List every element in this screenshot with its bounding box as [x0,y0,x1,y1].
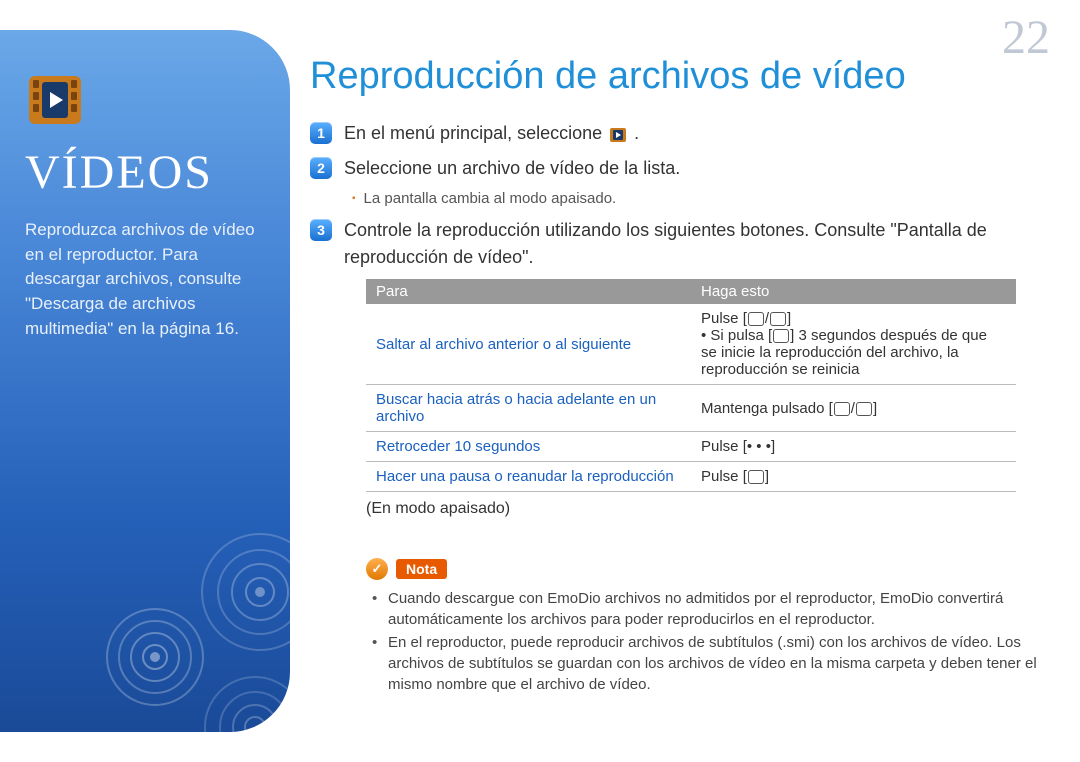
step-1-after: . [629,123,639,143]
table-do-3-prefix: Pulse [ [701,468,747,485]
note-item-1: En el reproductor, puede reproducir arch… [372,632,1040,695]
button-icon [856,402,872,416]
table-do-3: Pulse [] [691,462,1016,492]
note-label: Nota [396,559,447,579]
note-header: ✓ Nota [366,558,1040,580]
controls-table: Para Haga esto Saltar al archivo anterio… [366,279,1016,492]
step-2: 2 Seleccione un archivo de vídeo de la l… [310,155,1050,182]
table-do-0: Pulse [/] • Si pulsa [] 3 segundos despu… [691,304,1016,385]
sidebar-title: VÍDEOS [25,145,265,200]
sidebar-description: Reproduzca archivos de vídeo en el repro… [25,218,265,341]
table-row: Retroceder 10 segundos Pulse [• • •] [366,432,1016,462]
step-3-text: Controle la reproducción utilizando los … [344,217,1050,271]
button-icon [834,402,850,416]
button-icon [770,312,786,326]
step-badge-3: 3 [310,219,332,241]
decorative-circles [100,502,290,732]
step-3: 3 Controle la reproducción utilizando lo… [310,217,1050,271]
table-action-1: Buscar hacia atrás o hacia adelante en u… [366,385,691,432]
table-do-0-suffix: ] [787,310,791,327]
sidebar: VÍDEOS Reproduzca archivos de vídeo en e… [0,30,290,732]
note-section: ✓ Nota Cuando descargue con EmoDio archi… [366,558,1050,695]
table-do-1-suffix: ] [873,400,877,417]
table-do-1: Mantenga pulsado [/] [691,385,1016,432]
step-2-text: Seleccione un archivo de vídeo de la lis… [344,155,1050,182]
table-header-para: Para [366,279,691,304]
table-row: Buscar hacia atrás o hacia adelante en u… [366,385,1016,432]
table-do-0-prefix: Pulse [ [701,310,747,327]
videos-section-icon [25,70,85,130]
table-do-2: Pulse [• • •] [691,432,1016,462]
button-icon [748,312,764,326]
button-icon [748,470,764,484]
video-icon [609,125,627,143]
table-action-0: Saltar al archivo anterior o al siguient… [366,304,691,385]
step-1: 1 En el menú principal, seleccione . [310,120,1050,147]
table-row: Hacer una pausa o reanudar la reproducci… [366,462,1016,492]
table-action-2: Retroceder 10 segundos [366,432,691,462]
table-do-3-suffix: ] [765,468,769,485]
step-badge-2: 2 [310,157,332,179]
step-1-text: En el menú principal, seleccione . [344,120,1050,147]
main-content: Reproducción de archivos de vídeo 1 En e… [310,55,1050,762]
button-icon [773,329,789,343]
page-title: Reproducción de archivos de vídeo [310,55,1050,98]
table-do-0-extra-pre: Si pulsa [ [710,327,772,344]
step-1-text-part: En el menú principal, seleccione [344,123,602,143]
landscape-note: (En modo apaisado) [366,500,1050,518]
note-list: Cuando descargue con EmoDio archivos no … [372,588,1040,695]
check-icon: ✓ [366,558,388,580]
table-header-do: Haga esto [691,279,1016,304]
table-action-3: Hacer una pausa o reanudar la reproducci… [366,462,691,492]
step-2-subtext: La pantalla cambia al modo apaisado. [352,190,1050,207]
table-do-1-prefix: Mantenga pulsado [ [701,400,833,417]
note-item-0: Cuando descargue con EmoDio archivos no … [372,588,1040,630]
step-badge-1: 1 [310,122,332,144]
table-row: Saltar al archivo anterior o al siguient… [366,304,1016,385]
